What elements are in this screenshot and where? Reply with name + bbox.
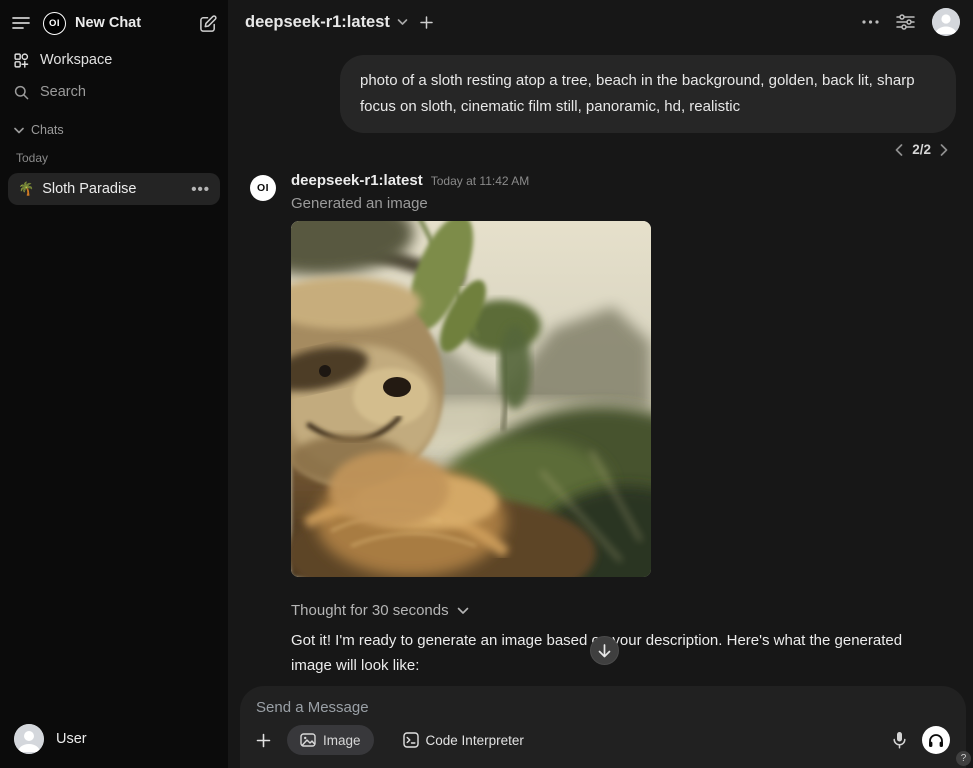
microphone-icon	[893, 731, 906, 749]
message-input[interactable]	[256, 699, 950, 716]
chat-menu-button[interactable]	[862, 20, 879, 24]
hamburger-icon	[12, 16, 30, 30]
model-name: deepseek-r1:latest	[245, 13, 390, 32]
sidebar-chat-item-sloth-paradise[interactable]: 🌴 Sloth Paradise •••	[8, 173, 220, 205]
edit-pencil-icon	[199, 14, 218, 33]
chats-section-header[interactable]: Chats	[14, 123, 220, 137]
main-panel: deepseek-r1:latest	[228, 0, 973, 768]
headphones-icon	[928, 733, 944, 748]
chat-scroll-area[interactable]: photo of a sloth resting atop a tree, be…	[228, 44, 973, 768]
sidebar-toggle-button[interactable]	[12, 16, 30, 30]
assistant-name: deepseek-r1:latest	[291, 172, 423, 189]
code-interpreter-icon	[403, 732, 419, 748]
workspace-icon	[14, 53, 29, 68]
generated-image-label: Generated an image	[291, 195, 923, 212]
ellipsis-icon	[862, 20, 879, 24]
plus-icon	[420, 16, 433, 29]
chevron-down-icon	[397, 18, 408, 26]
model-selector[interactable]: deepseek-r1:latest	[245, 13, 408, 32]
image-icon	[300, 733, 316, 747]
chevron-left-icon[interactable]	[895, 144, 903, 156]
generated-sloth-image[interactable]	[291, 221, 651, 577]
thought-label: Thought for 30 seconds	[291, 602, 449, 619]
image-button-label: Image	[323, 733, 361, 748]
sidebar-user-menu[interactable]: User	[8, 720, 220, 758]
chat-header: deepseek-r1:latest	[228, 0, 973, 44]
new-chat-label: New Chat	[75, 15, 141, 31]
profile-avatar-button[interactable]	[932, 8, 960, 36]
image-mode-button[interactable]: Image	[287, 725, 374, 755]
chat-more-icon[interactable]: •••	[191, 181, 210, 198]
today-group-label: Today	[16, 151, 220, 165]
user-message-bubble: photo of a sloth resting atop a tree, be…	[340, 55, 956, 133]
sliders-icon	[896, 13, 915, 31]
code-interpreter-label: Code Interpreter	[426, 733, 524, 748]
thought-disclosure[interactable]: Thought for 30 seconds	[291, 602, 923, 619]
add-model-button[interactable]	[420, 16, 433, 29]
pagination-count: 2/2	[912, 142, 931, 157]
search-icon	[14, 85, 29, 100]
chevron-down-icon	[14, 127, 24, 134]
arrow-down-icon	[598, 644, 611, 658]
plus-icon	[256, 733, 271, 748]
chevron-down-icon	[457, 607, 469, 615]
assistant-avatar: OI	[250, 175, 276, 201]
workspace-label: Workspace	[40, 52, 112, 68]
openwebui-logo: OI	[43, 12, 66, 35]
message-pagination: 2/2	[228, 133, 973, 157]
sidebar-header: OI New Chat	[8, 10, 220, 36]
sidebar-item-search[interactable]: Search	[8, 77, 220, 107]
assistant-message: OI deepseek-r1:latest Today at 11:42 AM …	[228, 157, 973, 718]
attach-button[interactable]	[256, 733, 271, 748]
new-chat-button[interactable]	[199, 14, 218, 33]
chevron-right-icon[interactable]	[940, 144, 948, 156]
sidebar: OI New Chat Workspace Search Chats Today…	[0, 0, 228, 768]
message-timestamp: Today at 11:42 AM	[431, 174, 530, 188]
voice-call-button[interactable]	[922, 726, 950, 754]
chat-controls-button[interactable]	[896, 13, 915, 31]
voice-input-button[interactable]	[893, 731, 906, 749]
search-label: Search	[40, 84, 86, 100]
chat-title: Sloth Paradise	[42, 181, 191, 197]
palm-tree-emoji: 🌴	[18, 181, 34, 197]
sidebar-item-workspace[interactable]: Workspace	[8, 45, 220, 75]
help-button[interactable]: ?	[956, 751, 971, 766]
user-name-label: User	[56, 731, 87, 747]
chats-label: Chats	[31, 123, 64, 137]
code-interpreter-button[interactable]: Code Interpreter	[390, 725, 537, 755]
user-avatar	[14, 724, 44, 754]
scroll-to-bottom-button[interactable]	[590, 636, 619, 665]
message-composer: Image Code Interpreter	[240, 686, 966, 768]
